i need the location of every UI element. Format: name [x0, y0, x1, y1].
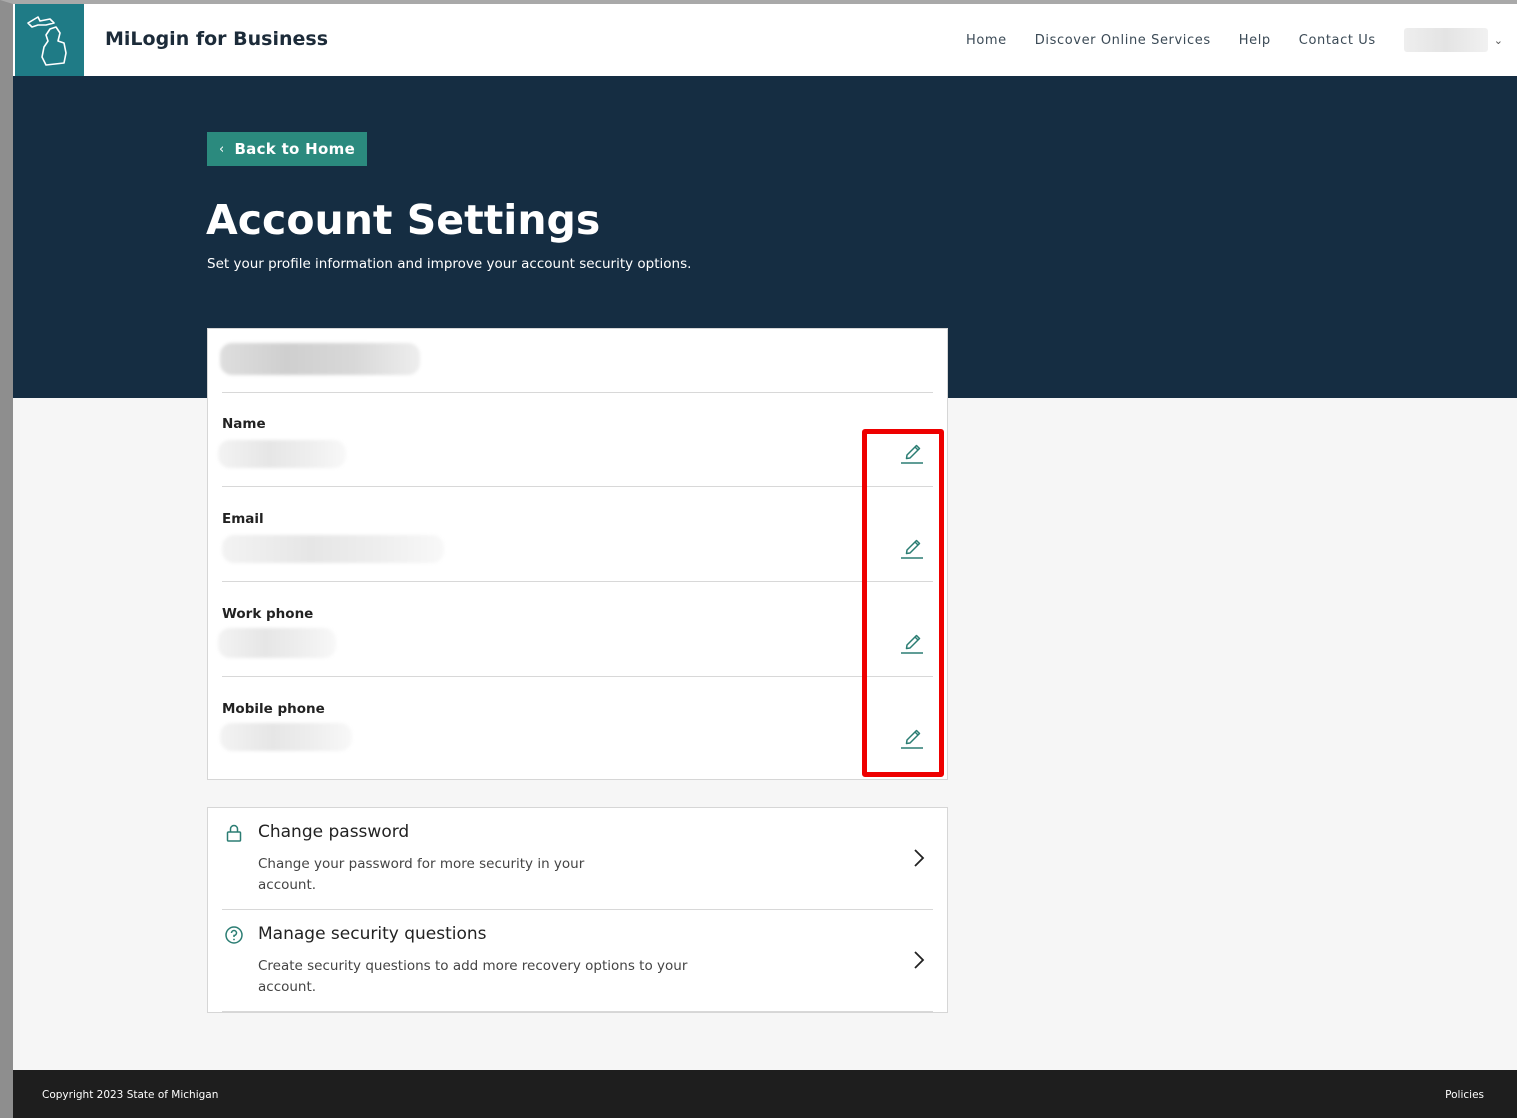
profile-row-email: Email: [222, 487, 933, 582]
field-label: Work phone: [222, 606, 314, 622]
nav-discover-online-services[interactable]: Discover Online Services: [1035, 33, 1211, 48]
manage-security-questions-item[interactable]: Manage security questions Create securit…: [222, 910, 933, 1012]
brand-title: MiLogin for Business: [105, 28, 328, 50]
top-nav-bar: MiLogin for Business Home Discover Onlin…: [13, 4, 1517, 76]
redacted-account-name: [220, 343, 420, 375]
security-questions-description: Create security questions to add more re…: [258, 958, 688, 995]
profile-card: Name Email Work phone Mobile phone: [207, 328, 948, 780]
edit-mobile-phone-button[interactable]: [898, 722, 926, 750]
field-label: Email: [222, 511, 264, 527]
page-title: Account Settings: [206, 196, 601, 244]
security-questions-title: Manage security questions: [258, 924, 487, 944]
nav-home[interactable]: Home: [966, 33, 1007, 48]
field-label: Mobile phone: [222, 701, 325, 717]
back-button-label: Back to Home: [234, 140, 356, 158]
redacted-value: [218, 628, 336, 658]
edit-work-phone-button[interactable]: [898, 627, 926, 655]
pencil-icon: [901, 634, 923, 654]
security-options-card: Change password Change your password for…: [207, 807, 948, 1013]
chevron-left-icon: ‹: [218, 141, 225, 157]
back-to-home-button[interactable]: ‹ Back to Home: [207, 132, 367, 166]
redacted-value: [218, 440, 346, 468]
policies-link[interactable]: Policies: [1445, 1089, 1484, 1101]
copyright-text: Copyright 2023 State of Michigan: [42, 1089, 219, 1101]
edit-name-button[interactable]: [898, 437, 926, 465]
chevron-down-icon: ⌄: [1493, 33, 1503, 47]
profile-row-mobile-phone: Mobile phone: [220, 677, 933, 772]
main-nav: Home Discover Online Services Help Conta…: [966, 4, 1517, 76]
lock-icon: [226, 824, 242, 842]
edit-email-button[interactable]: [898, 532, 926, 560]
nav-contact-us[interactable]: Contact Us: [1299, 33, 1376, 48]
redacted-username: [1403, 28, 1488, 52]
michigan-logo[interactable]: [15, 4, 84, 76]
user-menu[interactable]: ⌄: [1403, 28, 1503, 52]
chevron-right-icon: [914, 849, 925, 867]
page-subtitle: Set your profile information and improve…: [207, 256, 692, 272]
michigan-map-icon: [27, 16, 67, 66]
change-password-item[interactable]: Change password Change your password for…: [222, 808, 933, 910]
nav-help[interactable]: Help: [1239, 33, 1271, 48]
pencil-icon: [901, 444, 923, 464]
pencil-icon: [901, 539, 923, 559]
redacted-value: [220, 723, 352, 751]
question-circle-icon: [225, 926, 243, 944]
field-label: Name: [222, 416, 266, 432]
profile-row-name: Name: [218, 392, 933, 487]
profile-row-work-phone: Work phone: [218, 582, 933, 677]
redacted-value: [222, 535, 444, 563]
page: MiLogin for Business Home Discover Onlin…: [13, 4, 1517, 1118]
chevron-right-icon: [914, 951, 925, 969]
change-password-title: Change password: [258, 822, 410, 842]
profile-card-header: [220, 343, 933, 393]
footer: Copyright 2023 State of Michigan Policie…: [13, 1070, 1517, 1118]
pencil-icon: [901, 729, 923, 749]
change-password-description: Change your password for more security i…: [258, 856, 585, 893]
browser-frame: MiLogin for Business Home Discover Onlin…: [0, 0, 1517, 1118]
